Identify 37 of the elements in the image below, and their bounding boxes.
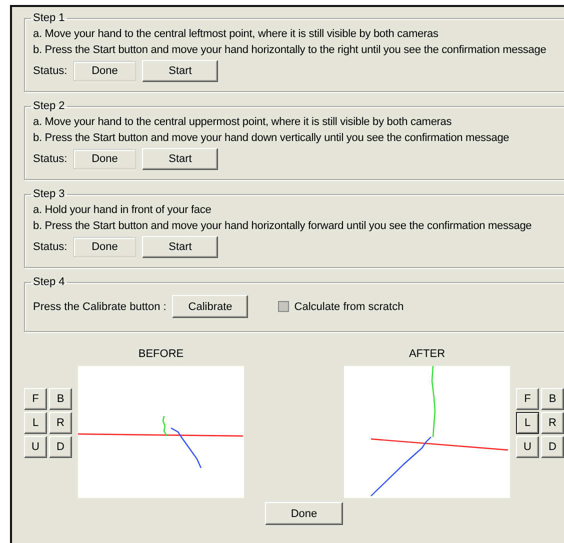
instruction-text: b. Press the Start button and move your hand horizontally forward until you see the confirmation message bbox=[33, 220, 533, 232]
instruction-text: a. Hold your hand in front of your face bbox=[33, 204, 212, 216]
instruction-text: a. Move your hand to the central leftmost point, where it is still visible by both cameras bbox=[33, 28, 440, 40]
view-direction-button[interactable]: B bbox=[541, 388, 564, 410]
view-direction-button[interactable]: L bbox=[516, 412, 539, 434]
view-direction-button[interactable]: R bbox=[541, 412, 564, 434]
view-title: AFTER bbox=[408, 348, 446, 360]
instruction-text: b. Press the Start button and move your hand horizontally to the right until you see the confirmation message bbox=[33, 44, 548, 56]
instruction-text: b. Press the Start button and move your hand down vertically until you see the confirmation message bbox=[33, 132, 510, 144]
start-button[interactable]: Start bbox=[142, 148, 218, 170]
status-field: Done bbox=[73, 61, 136, 81]
view-direction-button[interactable]: D bbox=[541, 436, 564, 458]
view-direction-button[interactable]: U bbox=[516, 436, 539, 458]
group-title: Step 2 bbox=[32, 100, 66, 112]
start-button[interactable]: Start bbox=[142, 60, 218, 82]
calibrate-prompt: Press the Calibrate button : bbox=[33, 300, 166, 312]
view-direction-button[interactable]: L bbox=[24, 412, 47, 434]
view-direction-button[interactable]: D bbox=[49, 436, 72, 458]
start-button[interactable]: Start bbox=[142, 236, 218, 258]
status-label: Status: bbox=[33, 153, 68, 165]
status-field: Done bbox=[73, 149, 136, 169]
view-direction-button[interactable]: B bbox=[49, 388, 72, 410]
calibrate-button[interactable]: Calibrate bbox=[172, 295, 248, 318]
view-direction-button[interactable]: F bbox=[516, 388, 539, 410]
status-field: Done bbox=[73, 237, 136, 257]
group-title: Step 1 bbox=[32, 12, 66, 24]
view-title: BEFORE bbox=[138, 348, 184, 360]
view-direction-button[interactable]: R bbox=[49, 412, 72, 434]
instruction-text: a. Move your hand to the central uppermost point, where it is still visible by both cameras bbox=[33, 116, 453, 128]
view-direction-button[interactable]: U bbox=[24, 436, 47, 458]
view-direction-button[interactable]: F bbox=[24, 388, 47, 410]
status-label: Status: bbox=[33, 241, 68, 253]
group-title: Step 4 bbox=[32, 276, 66, 288]
done-button[interactable]: Done bbox=[265, 502, 343, 525]
checkbox-label: Calculate from scratch bbox=[294, 300, 404, 312]
status-label: Status: bbox=[33, 65, 68, 77]
group-title: Step 3 bbox=[32, 188, 66, 200]
